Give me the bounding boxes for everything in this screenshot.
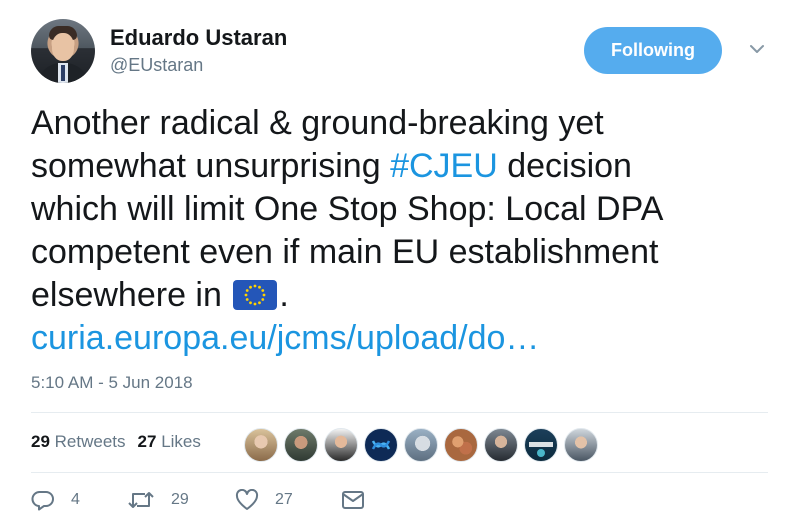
tweet-text-segment: elsewhere in	[31, 276, 232, 314]
engagement-stats: 29 Retweets 27 Likes	[31, 432, 201, 452]
chevron-down-icon[interactable]	[748, 40, 766, 58]
liker-avatar[interactable]	[324, 428, 358, 462]
liker-avatar[interactable]	[244, 428, 278, 462]
author-avatar[interactable]	[31, 19, 95, 83]
tweet-text: Another radical & ground-breaking yet so…	[31, 102, 771, 360]
retweet-count: 29	[171, 491, 189, 508]
liked-by-avatars	[244, 428, 598, 462]
reply-icon	[31, 491, 54, 511]
tweet-timestamp[interactable]: 5:10 AM - 5 Jun 2018	[31, 373, 193, 393]
liker-avatar[interactable]	[284, 428, 318, 462]
message-icon	[342, 491, 364, 509]
liker-avatar[interactable]	[364, 428, 398, 462]
likes-count: 27	[137, 432, 157, 451]
like-count: 27	[275, 491, 293, 508]
liker-avatar[interactable]	[404, 428, 438, 462]
liker-avatar[interactable]	[484, 428, 518, 462]
retweets-label: Retweets	[54, 432, 126, 451]
divider	[31, 412, 768, 413]
message-action[interactable]	[341, 490, 365, 510]
tweet-text-segment: decision	[497, 147, 632, 185]
tweet-line: elsewhere in .	[31, 274, 771, 317]
author-display-name[interactable]: Eduardo Ustaran	[110, 25, 287, 51]
author-handle[interactable]: @EUstaran	[110, 55, 203, 76]
tweet-actions: 4 29 27	[31, 489, 365, 511]
eu-flag-icon	[233, 280, 278, 310]
divider	[31, 472, 768, 473]
like-action[interactable]: 27	[235, 489, 341, 511]
like-icon	[235, 489, 259, 510]
retweets-stat[interactable]: 29 Retweets	[31, 432, 126, 452]
likes-stat[interactable]: 27 Likes	[138, 432, 201, 452]
liker-avatar[interactable]	[444, 428, 478, 462]
tweet-text-segment: .	[279, 276, 289, 314]
tweet-line: Another radical & ground-breaking yet	[31, 104, 604, 142]
liker-avatar[interactable]	[564, 428, 598, 462]
reply-action[interactable]: 4	[31, 489, 127, 511]
liker-avatar[interactable]	[524, 428, 558, 462]
tweet-line: somewhat unsurprising #CJEU decision	[31, 145, 771, 188]
retweet-icon	[128, 492, 154, 508]
reply-count: 4	[71, 491, 80, 508]
likes-label: Likes	[161, 432, 201, 451]
tweet-url-link[interactable]: curia.europa.eu/jcms/upload/do…	[31, 317, 771, 360]
hashtag-link[interactable]: #CJEU	[390, 147, 498, 185]
tweet-text-segment: somewhat unsurprising	[31, 147, 391, 185]
retweets-count: 29	[31, 432, 50, 451]
tweet-line: competent even if main EU establishment	[31, 233, 659, 271]
following-button[interactable]: Following	[584, 27, 722, 74]
retweet-action[interactable]: 29	[127, 489, 235, 511]
tweet-line: which will limit One Stop Shop: Local DP…	[31, 190, 664, 228]
